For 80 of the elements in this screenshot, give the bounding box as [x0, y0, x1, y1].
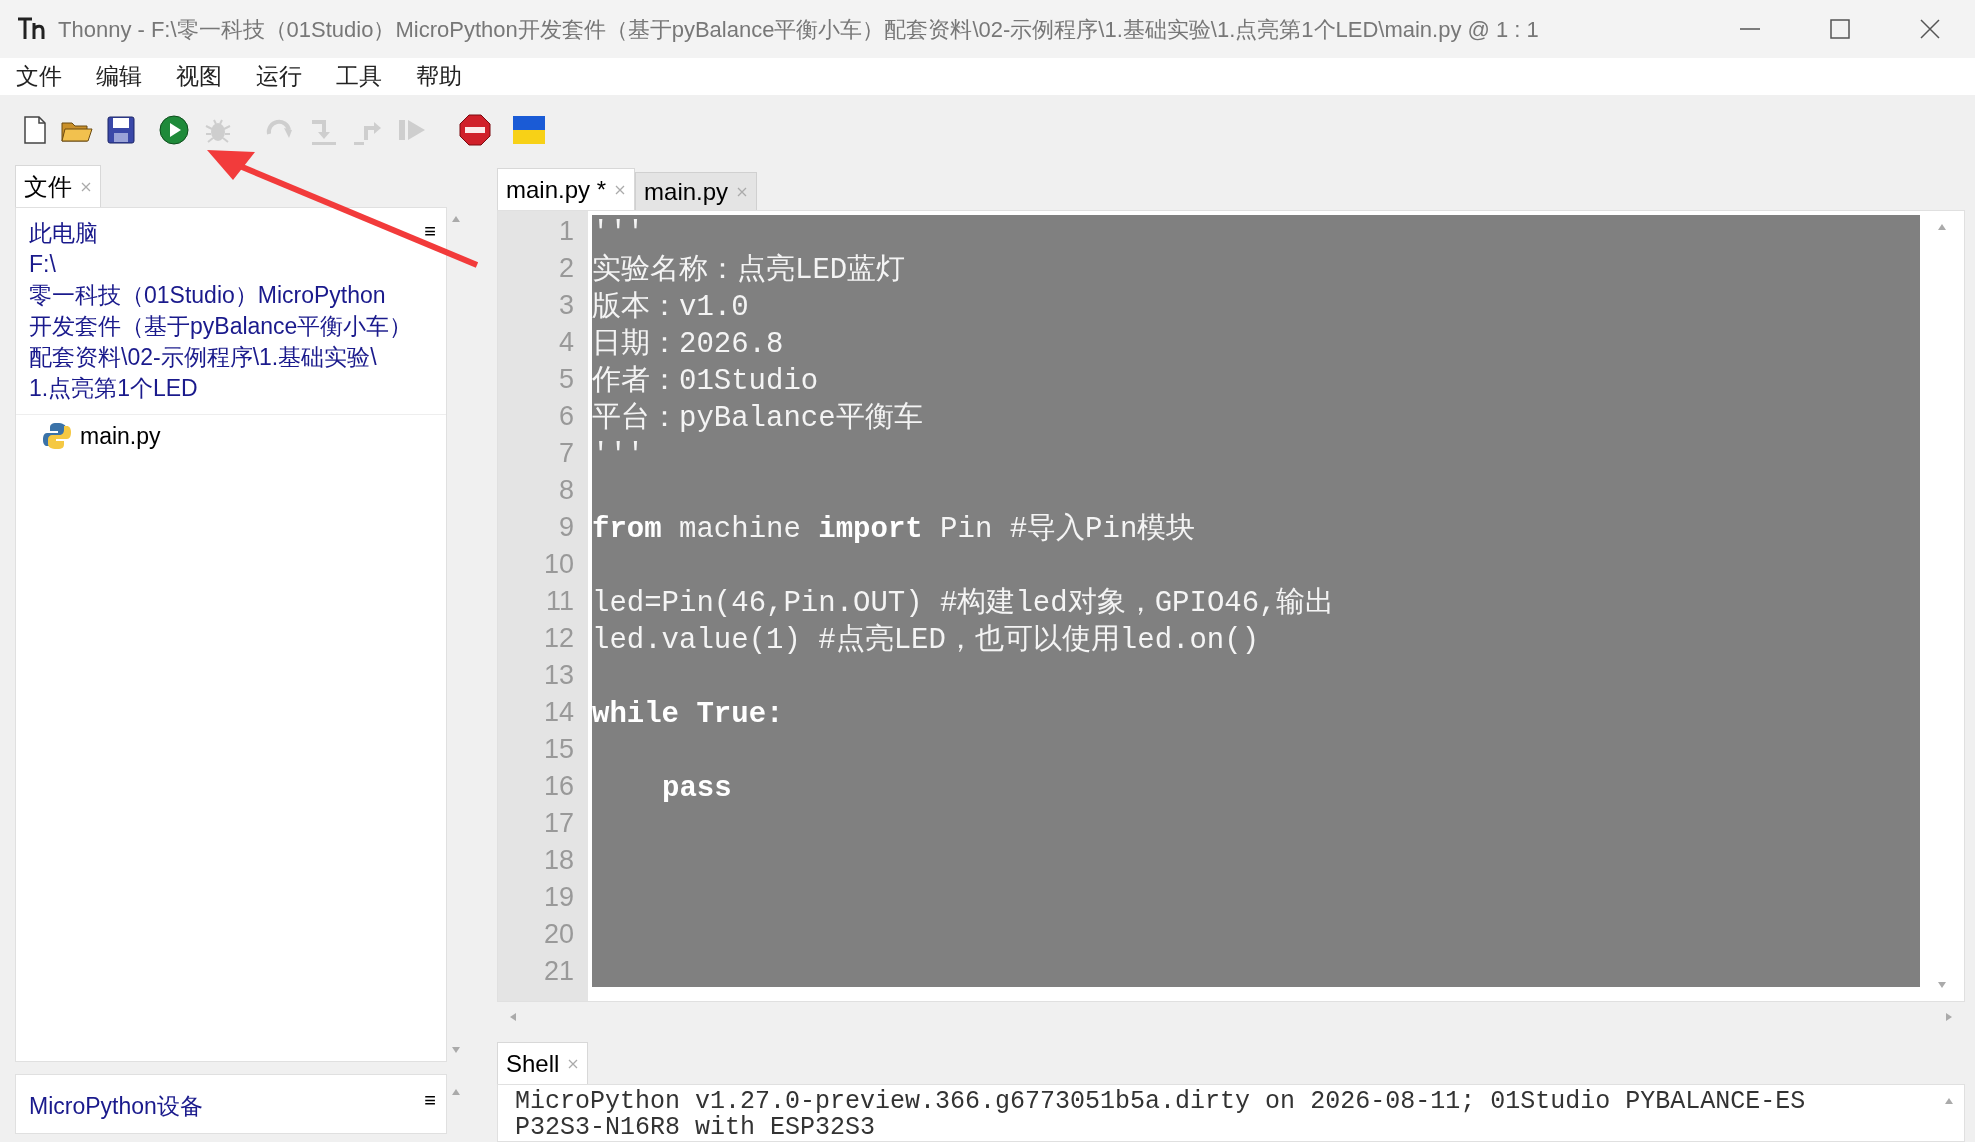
run-icon[interactable] — [158, 114, 190, 146]
path-segment[interactable]: 1.点亮第1个LED — [29, 373, 198, 404]
line-number: 3 — [558, 289, 574, 322]
code-line: 平台：pyBalance平衡车 — [592, 401, 923, 437]
line-number: 10 — [543, 548, 574, 581]
line-number: 2 — [558, 252, 574, 285]
line-number: 6 — [558, 400, 574, 433]
shell-line: MicroPython v1.27.0-preview.366.g6773051b5a.dirty on 2026-08-11; 01Studio PYBALANCE-ES — [515, 1089, 1807, 1115]
code-line: ''' — [592, 438, 645, 474]
line-number: 15 — [543, 733, 574, 766]
path-segment[interactable]: 零一科技（01Studio）MicroPython — [29, 280, 386, 311]
panel-title: MicroPython设备 — [29, 1093, 203, 1119]
scroll-up-icon[interactable] — [451, 1088, 461, 1096]
line-number: 19 — [543, 881, 574, 914]
tab[interactable]: main.py — [635, 172, 758, 210]
scroll-down-icon[interactable] — [451, 1046, 461, 1054]
shell-line: P32S3-N16R8 with ESP32S3 — [515, 1115, 877, 1141]
code-line: 版本：v1.0 — [592, 290, 749, 326]
tab-label: main.py * — [506, 174, 607, 205]
scroll-down-icon[interactable] — [1937, 981, 1947, 989]
line-number: 4 — [558, 326, 574, 359]
path-segment[interactable]: 此电脑 — [29, 218, 98, 249]
file-name: main.py — [80, 422, 161, 451]
code-line: led=Pin(46,Pin.OUT) #构建led对象，GPIO46,输出 — [592, 586, 1335, 622]
scroll-left-icon[interactable] — [509, 1012, 517, 1022]
tab[interactable]: main.py * — [497, 168, 636, 210]
tab-label: Shell — [506, 1048, 560, 1079]
menu-item[interactable]: 编辑 — [96, 59, 142, 94]
python-icon — [42, 421, 72, 452]
path-segment[interactable]: 配套资料\02-示例程序\1.基础实验\ — [29, 342, 377, 373]
line-number: 13 — [543, 659, 574, 692]
save-icon[interactable] — [106, 115, 136, 145]
tab[interactable]: 文件 — [15, 165, 101, 207]
close-icon[interactable] — [567, 1057, 580, 1070]
scroll-up-icon[interactable] — [1944, 1097, 1954, 1105]
line-number: 7 — [558, 437, 574, 470]
stop-sign-icon[interactable] — [458, 113, 492, 147]
tab-label: main.py — [644, 176, 729, 207]
line-number: 9 — [558, 511, 574, 544]
path-segment[interactable]: 开发套件（基于pyBalance平衡小车） — [29, 311, 413, 342]
path-segment[interactable]: F:\ — [29, 249, 56, 280]
line-number: 20 — [543, 918, 574, 951]
menu-item[interactable]: 工具 — [336, 59, 382, 94]
line-number: 11 — [545, 585, 574, 618]
line-number: 21 — [543, 955, 574, 988]
close-icon[interactable] — [736, 185, 749, 198]
code-line: 实验名称：点亮LED蓝灯 — [592, 252, 906, 289]
tab-label: 文件 — [24, 171, 72, 202]
flag-icon[interactable] — [512, 115, 546, 145]
line-number: 12 — [543, 622, 574, 655]
scroll-up-icon[interactable] — [451, 215, 461, 223]
close-icon[interactable] — [80, 180, 92, 193]
line-number: 8 — [558, 474, 574, 507]
scroll-up-icon[interactable] — [1937, 223, 1947, 231]
line-number: 18 — [543, 844, 574, 877]
scroll-right-icon[interactable] — [1945, 1012, 1953, 1022]
line-number: 5 — [558, 363, 574, 396]
file-item[interactable]: main.py — [16, 415, 446, 458]
menu-item[interactable]: 帮助 — [416, 59, 462, 94]
panel-menu-glyph[interactable]: ≡ — [424, 1085, 436, 1115]
code-area[interactable]: ''' 实验名称：点亮LED蓝灯 版本：v1.0 日期：2026.8 作者：01Studio 平台：pyBalance平衡车 ''' from machine import Pin #导入Pin模块 led=Pin(46,Pin.OUT) #构建led对象，GPIO46,输出 led.value(1) #点亮LED，也可以使用led.on() while True: pass — [592, 215, 1920, 987]
code-line: 作者：01Studio — [592, 364, 819, 400]
menu-item[interactable]: 文件 — [16, 59, 62, 94]
code-line: 日期：2026.8 — [592, 327, 784, 363]
line-number: 14 — [543, 696, 574, 729]
menu-item[interactable]: 视图 — [176, 59, 222, 94]
menu-item[interactable]: 运行 — [256, 59, 302, 94]
code-line: led.value(1) #点亮LED，也可以使用led.on() — [592, 622, 1260, 659]
tab[interactable]: Shell — [497, 1042, 589, 1084]
close-icon[interactable] — [614, 183, 627, 196]
line-number: 1 — [558, 215, 574, 248]
panel-menu-glyph[interactable]: ≡ — [424, 216, 436, 246]
code-line: ''' — [592, 216, 645, 252]
window-title: Thonny - F:\零一科技（01Studio）MicroPython开发套件（基于pyBalance平衡小车）配套资料\02-示例程序\1.基础实验\1.点亮第1个LED\main.py @ 1 : 1 — [58, 15, 1539, 44]
line-number: 17 — [543, 807, 574, 840]
code-line: pass — [662, 771, 732, 807]
code-line: while True: — [592, 697, 784, 733]
code-line: from machine import Pin #导入Pin模块 — [592, 512, 1196, 548]
new-file-icon[interactable] — [22, 115, 48, 145]
line-number: 16 — [543, 770, 574, 803]
